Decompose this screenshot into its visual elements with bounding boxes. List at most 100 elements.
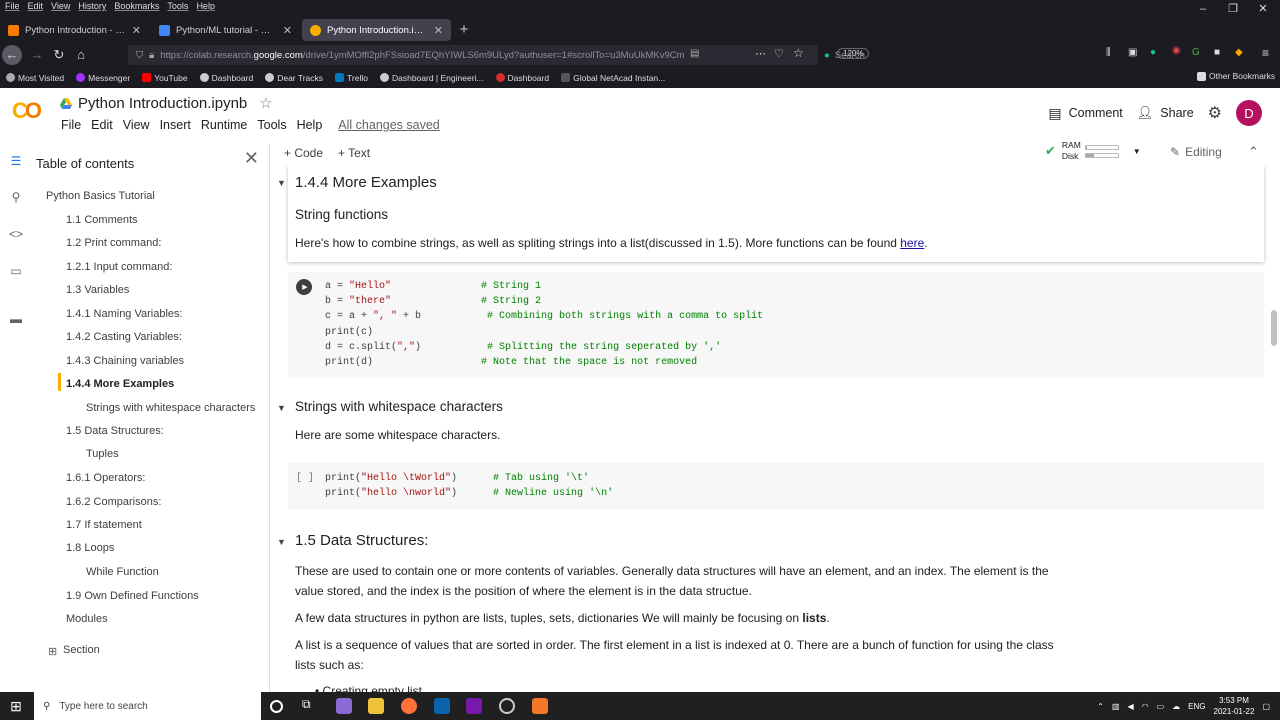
more-dots-icon[interactable]: ⋯ [755, 47, 766, 60]
editing-mode-button[interactable]: ✎ Editing [1170, 145, 1222, 159]
avatar[interactable]: D [1236, 100, 1262, 126]
dropdown-arrow-icon[interactable]: ▼ [1133, 147, 1141, 156]
toc-item[interactable]: 1.8 Loops [66, 542, 114, 554]
hamburger-menu-icon[interactable]: ≡ [1262, 46, 1269, 60]
browser-tab-google-docs[interactable]: Python/ML tutorial - Google D ✕ [151, 19, 300, 41]
add-section-icon[interactable]: ⊞ [48, 645, 57, 658]
toc-item[interactable]: Modules [66, 613, 108, 625]
sidebar-icon[interactable]: ▣ [1128, 47, 1137, 58]
toc-item-active[interactable]: 1.4.4 More Examples [66, 378, 174, 390]
file-explorer-icon[interactable] [368, 698, 384, 714]
here-link[interactable]: here [900, 236, 924, 250]
jupyter-icon[interactable] [532, 698, 548, 714]
mail-icon[interactable] [434, 698, 450, 714]
code-editor[interactable]: print("Hello \tWorld") # Tab using '\t' p… [325, 471, 613, 501]
collapse-header-icon[interactable]: ⌃ [1248, 144, 1259, 160]
toc-item[interactable]: 1.6.1 Operators: [66, 472, 146, 484]
search-icon[interactable]: ⚲ [8, 190, 24, 206]
menu-view[interactable]: View [51, 0, 70, 13]
menu-file[interactable]: File [56, 118, 86, 132]
bookmark-star-icon[interactable]: ☆ [793, 46, 804, 60]
menu-history[interactable]: History [78, 0, 106, 13]
folder-icon[interactable]: ▭ [8, 264, 24, 280]
network-icon[interactable]: ▥ [1112, 702, 1120, 711]
address-bar[interactable]: ⛉ 🔒︎ https://colab.research.google.com/d… [128, 45, 870, 65]
notification-badge-icon[interactable]: ◉ [1172, 45, 1181, 56]
library-icon[interactable]: ⫼ [1106, 47, 1111, 58]
notifications-icon[interactable]: ▢ [1262, 702, 1270, 711]
menu-edit[interactable]: Edit [28, 0, 44, 13]
close-icon[interactable]: ✕ [244, 148, 259, 169]
lock-icon[interactable]: 🔒︎ [149, 50, 154, 61]
browser-tab-jupyter[interactable]: Python Introduction - Jupyter ✕ [0, 19, 149, 41]
share-button[interactable]: 👤︎ Share [1137, 105, 1194, 121]
run-cell-icon[interactable]: ▶ [296, 279, 312, 295]
reload-icon[interactable]: ↻ [48, 45, 70, 65]
settings-gear-icon[interactable]: ⚙ [1208, 103, 1222, 123]
toc-item[interactable]: 1.4.3 Chaining variables [66, 355, 184, 367]
menu-tools[interactable]: Tools [252, 118, 291, 132]
google-drive-icon[interactable] [60, 97, 72, 109]
shield-icon[interactable]: ⛉ [136, 50, 143, 61]
cloud-icon[interactable]: ☁ [1172, 702, 1180, 711]
code-editor[interactable]: a = "Hello" # String 1 b = "there" # Stri… [325, 279, 763, 370]
code-snippets-icon[interactable]: <> [8, 227, 24, 243]
menu-help[interactable]: Help [196, 0, 215, 13]
toc-item[interactable]: 1.5 Data Structures: [66, 425, 164, 437]
add-text-button[interactable]: + Text [338, 146, 370, 160]
maximize-icon[interactable]: ❐ [1218, 0, 1248, 18]
menu-help[interactable]: Help [292, 118, 328, 132]
wifi-icon[interactable]: ◠ [1142, 702, 1149, 711]
bookmark-item[interactable]: Messenger [76, 73, 130, 83]
tab-close-icon[interactable]: ✕ [434, 24, 443, 37]
taskbar-search[interactable]: ⚲ Type here to search [34, 692, 261, 720]
menu-bookmarks[interactable]: Bookmarks [114, 0, 159, 13]
toc-item[interactable]: 1.4.2 Casting Variables: [66, 331, 182, 343]
forward-arrow-icon[interactable]: → [26, 45, 48, 65]
collapse-caret-icon[interactable]: ▼ [277, 537, 286, 547]
language-indicator[interactable]: ENG [1188, 702, 1205, 711]
bookmark-item[interactable]: Dashboard [199, 73, 253, 83]
cortana-icon[interactable] [270, 700, 283, 713]
menu-file[interactable]: File [5, 0, 20, 13]
terminal-icon[interactable]: ▬ [8, 312, 24, 328]
other-bookmarks[interactable]: Other Bookmarks [1197, 71, 1275, 81]
menu-insert[interactable]: Insert [155, 118, 196, 132]
execution-count[interactable]: [ ] [296, 471, 314, 486]
onenote-icon[interactable] [466, 698, 482, 714]
collapse-caret-icon[interactable]: ▼ [277, 403, 286, 413]
battery-icon[interactable]: ▭ [1157, 702, 1165, 711]
extension-icon[interactable]: ■ [1214, 47, 1220, 58]
browser-tab-colab[interactable]: Python Introduction.ipynb - Co ✕ [302, 19, 451, 41]
windows-start-icon[interactable]: ⊞ [0, 692, 32, 720]
add-code-button[interactable]: + Code [284, 146, 323, 160]
github-icon[interactable] [499, 698, 515, 714]
tab-close-icon[interactable]: ✕ [132, 24, 141, 37]
toc-item[interactable]: Strings with whitespace characters [86, 402, 255, 414]
bookmark-item[interactable]: Dashboard [495, 73, 549, 83]
firefox-icon[interactable] [401, 698, 417, 714]
toc-item[interactable]: 1.6.2 Comparisons: [66, 496, 161, 508]
home-icon[interactable]: ⌂ [70, 45, 92, 65]
toc-item[interactable]: Tuples [86, 448, 119, 460]
browser-search-box[interactable]: ● Search [818, 45, 1048, 65]
toc-item[interactable]: 1.4.1 Naming Variables: [66, 308, 183, 320]
pocket-icon[interactable]: ♡ [774, 47, 784, 60]
grammarly-ext-icon[interactable]: G [1192, 47, 1200, 58]
new-tab-icon[interactable]: + [453, 19, 475, 43]
bookmark-item[interactable]: YouTube [142, 73, 188, 83]
extension-icon[interactable]: ◆ [1235, 47, 1243, 58]
toc-item[interactable]: 1.3 Variables [66, 284, 129, 296]
window-close-icon[interactable]: ✕ [1248, 0, 1278, 18]
task-view-icon[interactable]: ⧉ [302, 697, 318, 713]
back-arrow-icon[interactable]: ← [2, 45, 22, 65]
toc-item[interactable]: 1.2.1 Input command: [66, 261, 172, 273]
colab-logo[interactable]: CO [12, 98, 42, 124]
menu-view[interactable]: View [118, 118, 155, 132]
menu-tools[interactable]: Tools [167, 0, 188, 13]
app-icon[interactable] [336, 698, 352, 714]
toc-item[interactable]: While Function [86, 566, 159, 578]
toc-item[interactable]: 1.2 Print command: [66, 237, 161, 249]
bookmark-item[interactable]: Dear Tracks [265, 73, 323, 83]
table-of-contents-icon[interactable]: ☰ [8, 154, 24, 170]
